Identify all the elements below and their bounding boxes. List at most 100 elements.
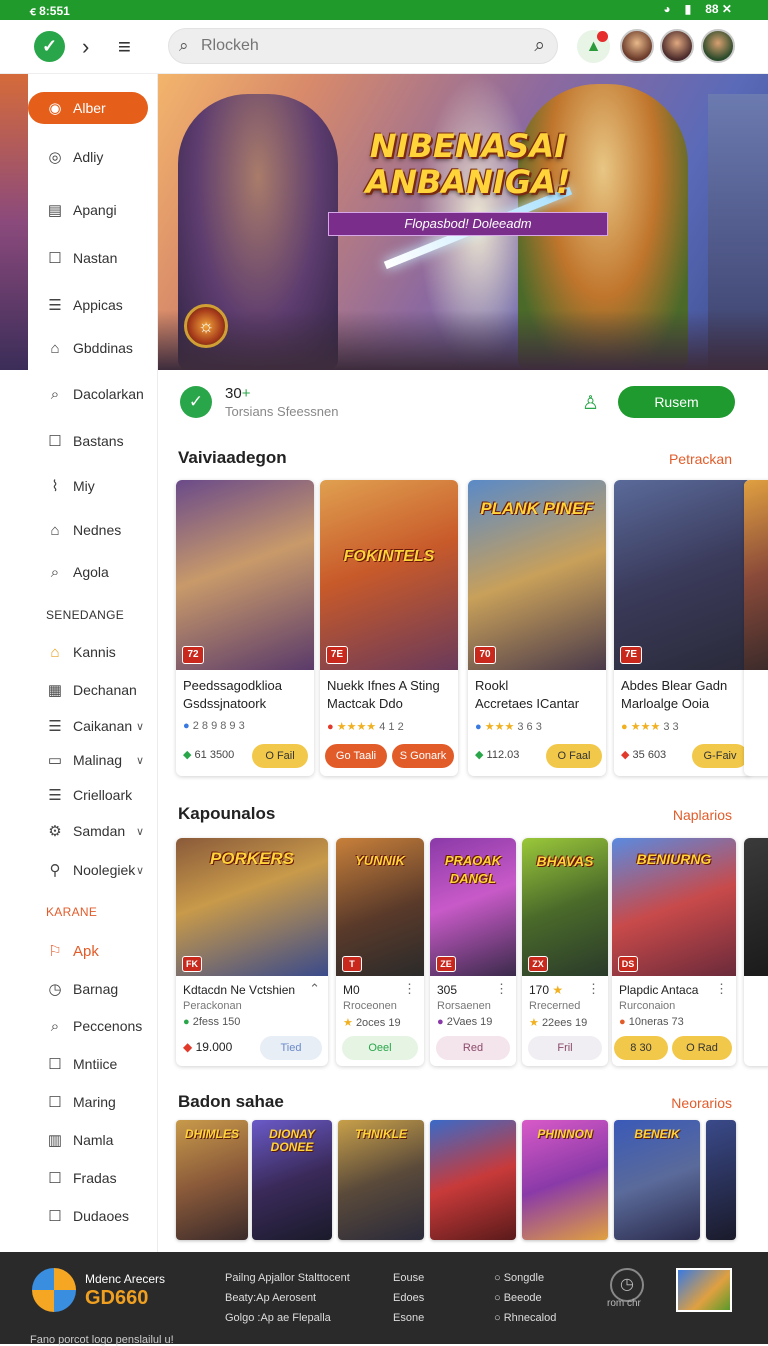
sidebar-item-label: Noolegiek [73,862,136,878]
footer-logo[interactable] [32,1268,76,1312]
card-title: Peedssagodklioa [183,678,283,693]
game-card[interactable]: BENIURNG DS Plapdic Antaca ⋮ Rurconaion … [612,838,736,1066]
award-icon[interactable]: ♙ [582,392,599,415]
chevron-down-icon[interactable]: ∨ [136,754,144,767]
sidebar-item-mntiice[interactable]: ☐ Mntiice [28,1049,156,1079]
sidebar-item-fradas[interactable]: ☐ Fradas [28,1163,156,1193]
chevron-down-icon[interactable]: ∨ [136,864,144,877]
sidebar-item-alber[interactable]: ◉ Alber [28,92,148,124]
more-icon[interactable]: ⋮ [587,981,600,997]
sidebar-item-apk[interactable]: ⚐ Apk [28,936,156,966]
avatar-3[interactable] [701,29,735,63]
hero-banner[interactable]: NIBENASAI ANBANIGA! Flopasbod! Doleeadm … [158,74,768,370]
card-action-button[interactable]: Red [436,1036,510,1060]
footer-link[interactable]: ○ Beeode [494,1288,556,1308]
sidebar-item-nastan[interactable]: ☐ Nastan [28,243,156,273]
sidebar-item-samdan[interactable]: ⚙ Samdan ∨ [28,816,156,846]
sidebar-item-barnag[interactable]: ◷ Barnag [28,974,156,1004]
footer-link[interactable]: Pailng Apjallor Stalttocent [225,1268,350,1288]
game-thumbnail-partial[interactable] [706,1120,736,1240]
sidebar-item-crielloark[interactable]: ☰ Crielloark [28,780,156,810]
footer-link[interactable]: Edoes [393,1288,424,1308]
hero-ground [158,310,768,370]
card-action-button[interactable]: Go Taali [325,744,387,768]
card-price-text: 35 603 [632,749,667,761]
sidebar-item-appicas[interactable]: ☰ Appicas [28,290,156,320]
game-thumbnail[interactable]: BENEIK [614,1120,700,1240]
game-card[interactable]: BHAVAS ZX 170 ★ ⋮ Rrecerned ★ 22ees 19 F… [522,838,608,1066]
card-action-button[interactable]: Fril [528,1036,602,1060]
card-price-pill[interactable]: 8 30 [614,1036,668,1060]
card-action-button[interactable]: O Faal [546,744,602,768]
sidebar-item-noolegiek[interactable]: ⚲ Noolegiek ∨ [28,855,156,885]
sidebar-item-agola[interactable]: ⌕ Agola [28,557,156,587]
sidebar-item-bastans[interactable]: ☐ Bastans [28,426,156,456]
game-thumbnail[interactable]: THNIKLE [338,1120,424,1240]
sidebar-item-malinag[interactable]: ▭ Malinag ∨ [28,745,156,775]
game-card[interactable]: PRAOAK DANGL ZE 305 ⋮ Rorsaenen ● 2Vaes … [430,838,516,1066]
sidebar-item-dechanan[interactable]: ▦ Dechanan [28,675,156,705]
game-thumbnail[interactable] [430,1120,516,1240]
chevron-up-icon[interactable]: ⌃ [309,981,320,997]
more-icon[interactable]: ⋮ [403,981,416,997]
search-button-icon[interactable]: ⌕ [534,35,545,57]
menu-icon[interactable]: ≡ [118,34,131,60]
sidebar-item-apangi[interactable]: ▤ Apangi [28,195,156,225]
clock-icon[interactable]: ◷ [610,1268,644,1302]
game-thumbnail[interactable]: PHINNON [522,1120,608,1240]
sidebar-item-miy[interactable]: ⌇ Miy [28,471,156,501]
card-action-button[interactable]: Oeel [342,1036,418,1060]
footer-link[interactable]: Golgo :Ap ae Flepalla [225,1308,350,1328]
list-icon: ☰ [48,297,62,314]
play-icon[interactable]: › [82,34,89,60]
footer-link[interactable]: Eouse [393,1268,424,1288]
game-thumbnail[interactable]: DIONAY DONEE [252,1120,332,1240]
avatar-1[interactable] [620,29,654,63]
game-card-partial[interactable] [744,838,768,1066]
sidebar-item-caikanan[interactable]: ☰ Caikanan ∨ [28,711,156,741]
section-link[interactable]: Naplarios [673,807,732,823]
sidebar-item-peccenons[interactable]: ⌕ Peccenons [28,1011,156,1041]
footer-promo-image[interactable] [676,1268,732,1312]
check-icon: ✓ [180,386,212,418]
card-action-button[interactable]: Tied [260,1036,322,1060]
sidebar-item-adliy[interactable]: ◎ Adliy [28,142,156,172]
card-action-button[interactable]: G-Faiv [692,744,748,768]
game-thumbnail[interactable]: DHIMLES [176,1120,248,1240]
game-card[interactable]: 7E Abdes Blear Gadn Marloalge Ooia ● ★★★… [614,480,752,776]
more-icon[interactable]: ⋮ [715,981,728,997]
notification-button[interactable]: ▲ [577,30,610,63]
game-card[interactable]: PLANK PINEF 70 Rookl Accretaes ICantar ●… [468,480,606,776]
primary-button[interactable]: Rusem [618,386,735,418]
card-icon: ▤ [47,202,63,219]
footer-link[interactable]: Esone [393,1308,424,1328]
sidebar-item-maring[interactable]: ☐ Maring [28,1087,156,1117]
chevron-down-icon[interactable]: ∨ [136,720,144,733]
footer-link[interactable]: ○ Rhnecalod [494,1308,556,1328]
search-bar[interactable]: ⌕ ⌕ [168,28,558,64]
game-card[interactable]: PORKERS FK Kdtacdn Ne Vctshien ⌃ Peracko… [176,838,328,1066]
more-icon[interactable]: ⋮ [495,981,508,997]
game-card-partial[interactable] [744,480,768,776]
avatar-2[interactable] [660,29,694,63]
sidebar-item-dacolarkan[interactable]: ⌕ Dacolarkan [28,379,156,409]
chevron-down-icon[interactable]: ∨ [136,825,144,838]
game-card[interactable]: 72 Peedssagodklioa Gsdssjnatoork ● 2 8 9… [176,480,314,776]
game-card[interactable]: YUNNIK T M0 ⋮ Rroceonen ★ 2oces 19 Oeel [336,838,424,1066]
footer-link[interactable]: ○ Songdle [494,1268,556,1288]
card-action-button[interactable]: O Fail [252,744,308,768]
search-input[interactable] [201,35,501,57]
card-secondary-button[interactable]: S Gonark [392,744,454,768]
section-link[interactable]: Petrackan [669,451,732,467]
section-link[interactable]: Neorarios [671,1095,732,1111]
game-card[interactable]: FOKINTELS 7E Nuekk Ifnes A Sting Mactcak… [320,480,458,776]
sidebar-item-label: Dudaoes [73,1208,130,1224]
sidebar-item-nednes[interactable]: ⌂ Nednes [28,515,156,545]
sidebar-item-namla[interactable]: ▥ Namla [28,1125,156,1155]
sidebar-item-dudaoes[interactable]: ☐ Dudaoes [28,1201,156,1231]
footer-link[interactable]: Beaty:Ap Aerosent [225,1288,350,1308]
sidebar-item-gbddinas[interactable]: ⌂ Gbddinas [28,333,156,363]
app-logo[interactable]: ✓ [34,31,65,62]
sidebar-item-kannis[interactable]: ⌂ Kannis [28,637,156,667]
card-action-button[interactable]: O Rad [672,1036,732,1060]
